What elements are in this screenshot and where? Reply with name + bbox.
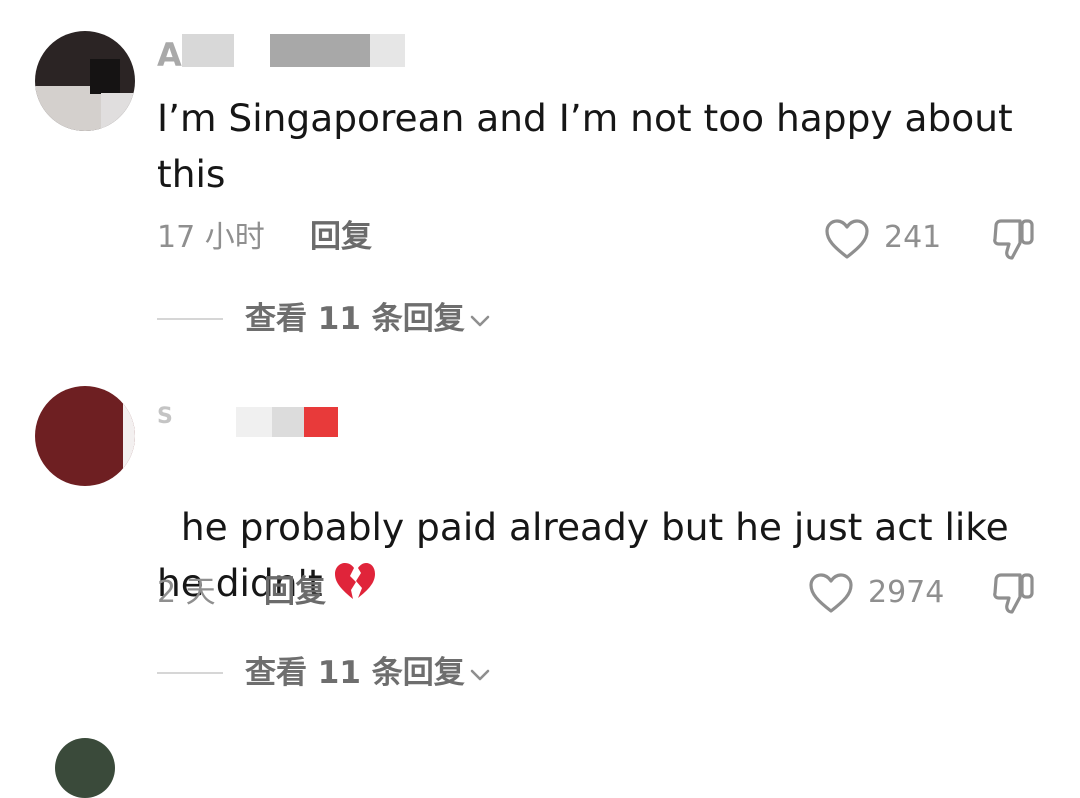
avatar[interactable] xyxy=(35,386,135,486)
username-blur xyxy=(272,407,304,437)
username-blur xyxy=(236,407,272,437)
thumbs-down-icon[interactable] xyxy=(990,218,1038,262)
comment-text: I’m Singaporean and I’m not too happy ab… xyxy=(157,96,1013,196)
view-replies-label: 查看 11 条回复 xyxy=(245,655,465,691)
username[interactable]: A xyxy=(157,38,182,72)
broken-heart-emoji xyxy=(334,563,375,599)
like-count: 2974 xyxy=(868,575,945,610)
avatar[interactable] xyxy=(55,738,115,798)
chevron-down-icon xyxy=(470,669,490,680)
heart-outline-icon[interactable] xyxy=(808,572,854,614)
reply-button[interactable]: 回复 xyxy=(310,217,372,257)
divider xyxy=(157,672,223,674)
username-blur xyxy=(270,34,370,67)
username-blur xyxy=(370,34,405,67)
avatar[interactable] xyxy=(35,31,135,131)
view-replies-label: 查看 11 条回复 xyxy=(245,301,465,337)
view-replies-button[interactable]: 查看 11 条回复 xyxy=(245,299,491,339)
comment-timestamp: 17 小时 xyxy=(157,220,265,255)
username[interactable]: S xyxy=(157,400,173,434)
reply-button[interactable]: 回复 xyxy=(264,572,326,612)
username-blur xyxy=(182,34,234,67)
divider xyxy=(157,318,223,320)
like-count: 241 xyxy=(884,220,942,255)
chevron-down-icon xyxy=(470,315,490,326)
thumbs-down-icon[interactable] xyxy=(990,572,1038,616)
heart-outline-icon[interactable] xyxy=(824,218,870,260)
comment-timestamp: 2 天 xyxy=(157,575,216,610)
username-blur xyxy=(304,407,338,437)
view-replies-button[interactable]: 查看 11 条回复 xyxy=(245,653,491,693)
